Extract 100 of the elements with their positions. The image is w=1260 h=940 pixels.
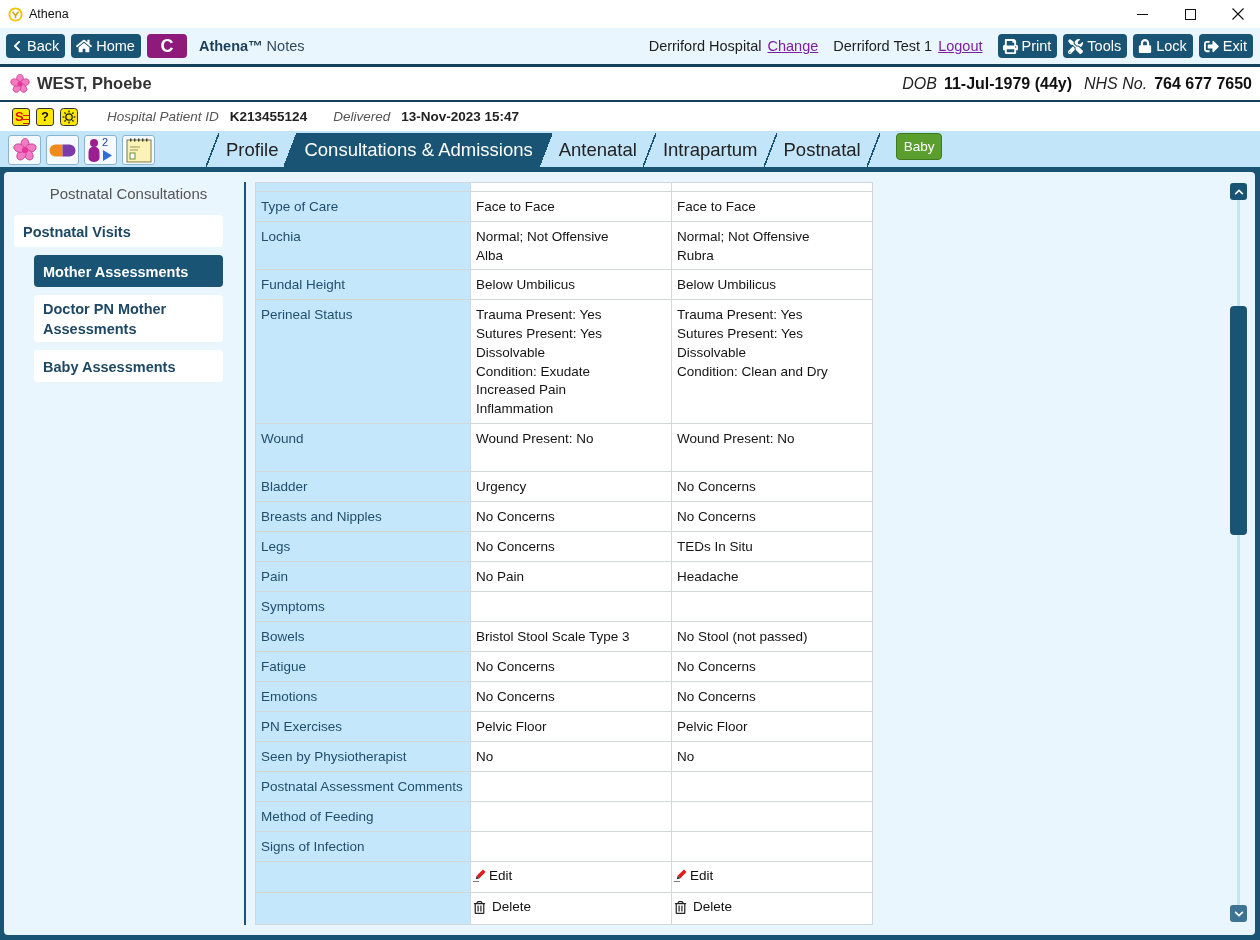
table-cell: Normal; Not Offensive Alba [470,221,672,270]
printer-icon [1002,38,1018,54]
scrollbar-thumb[interactable] [1230,306,1247,535]
delete-button[interactable]: Delete [674,898,733,917]
app-title: Athena™ Notes [198,38,305,54]
chevron-left-icon [11,40,23,52]
person-arrow-icon [88,138,114,162]
dob-label: DOB [902,74,937,93]
trash-icon [473,901,486,914]
chevron-down-icon [1233,908,1244,919]
table-cell: No [470,741,672,772]
row-label: Legs [255,531,471,562]
nhs-number: 764 677 7650 [1154,74,1252,93]
table-cell: No Concerns [470,681,672,712]
row-label: Bladder [255,471,471,502]
sidebar-subitem[interactable]: Mother Assessments [34,255,223,287]
wrench-screwdriver-icon [1068,38,1084,54]
back-button[interactable]: Back [6,34,66,58]
table-cell: Wound Present: No [470,423,672,472]
table-cell: Bristol Stool Scale Type 3 [470,621,672,652]
lock-button[interactable]: Lock [1133,34,1193,58]
dob-value: 11-Jul-1979 (44y) [943,74,1072,93]
close-icon[interactable] [1232,8,1244,20]
table-cell: No Pain [470,561,672,592]
table-cell: No Concerns [470,501,672,532]
trash-icon [674,901,687,914]
table-cell: Normal; Not Offensive Rubra [671,221,873,270]
babies-button[interactable]: 2 [84,135,117,165]
table-cell: Urgency [470,471,672,502]
maximize-icon[interactable] [1184,8,1196,20]
exit-button[interactable]: Exit [1198,34,1253,58]
edit-button[interactable]: Edit [473,866,513,886]
row-label: Bowels [255,621,471,652]
print-button[interactable]: Print [997,34,1058,58]
info-label: Delivered [333,109,391,124]
row-label: Perineal Status [255,299,471,424]
table-cell: Pelvic Floor [470,711,672,742]
row-label: Method of Feeding [255,801,471,832]
edit-button[interactable]: Edit [674,866,714,886]
home-button[interactable]: Home [71,34,141,58]
flower-icon [10,73,30,94]
patient-name: WEST, Phoebe [37,74,152,93]
table-cell: Below Umbilicus [671,269,873,300]
table-cell: No Concerns [671,651,873,682]
row-label: Pain [255,561,471,592]
padlock-icon [1138,39,1153,53]
logout-icon [1203,38,1219,54]
change-link[interactable]: Change [767,38,819,54]
house-icon [76,38,93,54]
sidebar-heading: Postnatal Consultations [48,185,209,203]
table-cell: TEDs In Situ [671,531,873,562]
user-name: Derriford Test 1 [833,38,933,54]
table-cell: No Concerns [470,651,672,682]
nhs-label: NHS No. [1084,74,1148,93]
notepad-icon [125,137,152,163]
module-button[interactable]: C [146,34,187,58]
table-cell: No Concerns [671,681,873,712]
table-cell: No [671,741,873,772]
tab[interactable]: Postnatal [763,133,880,167]
row-label: Fundal Height [255,269,471,300]
row-label: Postnatal Assessment Comments [255,771,471,802]
scroll-up-button[interactable] [1230,183,1247,200]
sidebar-subitem[interactable]: Baby Assessments [34,350,223,382]
alert-symbol[interactable]: S [12,107,30,126]
tab[interactable]: Consultations & Admissions [284,133,539,167]
row-label: Wound [255,423,471,472]
row-label: Breasts and Nipples [255,501,471,532]
medication-button[interactable] [46,135,79,165]
row-label: Fatigue [255,651,471,682]
sidebar-item[interactable]: Postnatal Visits [14,215,223,247]
flower-button[interactable] [8,135,41,165]
delete-button[interactable]: Delete [473,898,532,917]
help-symbol[interactable]: ? [36,107,54,126]
row-label: Seen by Physiotherapist [255,741,471,772]
table-cell: Face to Face [470,191,672,222]
table-cell: Wound Present: No [671,423,873,472]
table-cell: Pelvic Floor [671,711,873,742]
info-label: Hospital Patient ID [107,109,219,124]
tools-button[interactable]: Tools [1063,34,1128,58]
table-cell: No Concerns [671,501,873,532]
table-cell: No Stool (not passed) [671,621,873,652]
logout-link[interactable]: Logout [938,38,983,54]
minimize-icon[interactable] [1136,13,1148,15]
row-label: Emotions [255,681,471,712]
info-value: 13-Nov-2023 15:47 [401,109,519,124]
notes-button[interactable] [122,135,155,165]
scroll-down-button[interactable] [1230,905,1247,922]
flower-icon [12,138,37,162]
pencil-icon [674,869,687,883]
row-label: Type of Care [255,191,471,222]
pencil-icon [473,869,486,883]
table-cell: No Concerns [470,531,672,562]
capsule-icon [49,143,76,157]
table-cell: Trauma Present: Yes Sutures Present: Yes Dissolvable Condition: Exudate Increased Pain Inflammation [470,299,672,424]
window-title: Athena [29,7,69,21]
sidebar-subitem[interactable]: Doctor PN Mother Assessments [34,295,223,342]
sun-icon[interactable] [60,107,78,126]
row-label: PN Exercises [255,711,471,742]
table-cell: Trauma Present: Yes Sutures Present: Yes Dissolvable Condition: Clean and Dry [671,299,873,424]
table-cell: Below Umbilicus [470,269,672,300]
